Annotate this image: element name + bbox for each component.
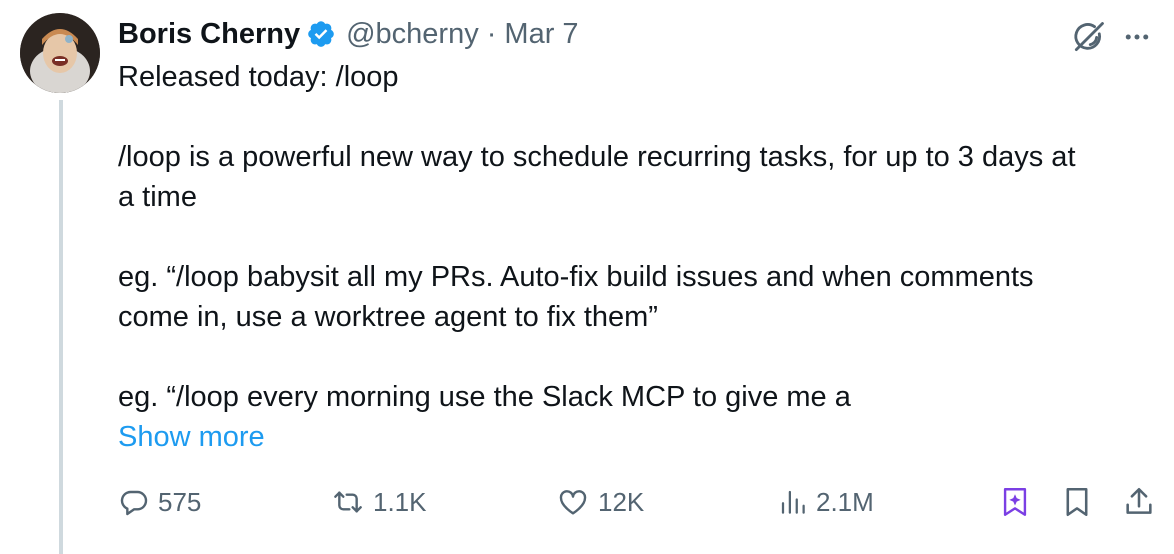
reply-count: 575 [158, 486, 202, 517]
reply-button[interactable]: 575 [118, 481, 201, 523]
action-bar: 575 1.1K 12K 2.1M [118, 481, 1158, 523]
views-count: 2.1M [816, 486, 874, 517]
tweet-date[interactable]: Mar 7 [504, 14, 578, 54]
heart-icon [559, 490, 587, 515]
tweet-paragraph: /loop is a powerful new way to schedule … [118, 141, 1076, 213]
tweet-paragraph: eg. “/loop every morning use the Slack M… [118, 381, 851, 413]
top-actions [1070, 18, 1152, 56]
bookmark-button[interactable] [1060, 481, 1094, 523]
share-icon [1126, 487, 1152, 514]
repost-icon [334, 491, 362, 513]
tweet-header: Boris Cherny @bcherny · Mar 7 [118, 14, 579, 54]
tweet-paragraph: eg. “/loop babysit all my PRs. Auto-fix … [118, 261, 1034, 333]
more-icon[interactable] [1122, 22, 1152, 52]
reply-icon [120, 490, 148, 516]
thread-line [59, 100, 63, 554]
views-icon [781, 490, 805, 514]
author-handle[interactable]: @bcherny [346, 14, 479, 54]
avatar[interactable] [20, 13, 100, 93]
bookmark-icon [1066, 487, 1088, 517]
grok-bookmark-icon [1003, 488, 1027, 516]
like-button[interactable]: 12K [556, 481, 644, 523]
repost-button[interactable]: 1.1K [331, 481, 427, 523]
grok-bookmark-button[interactable] [998, 481, 1032, 523]
author-display-name[interactable]: Boris Cherny [118, 14, 300, 54]
separator-dot: · [486, 18, 497, 50]
repost-count: 1.1K [373, 486, 427, 517]
views-button[interactable]: 2.1M [778, 481, 874, 523]
show-more-link[interactable]: Show more [118, 417, 265, 457]
grok-icon[interactable] [1070, 18, 1108, 56]
verified-badge-icon[interactable] [306, 19, 336, 49]
tweet-text: Released today: /loop /loop is a powerfu… [118, 57, 1158, 457]
tweet-paragraph: Released today: /loop [118, 61, 399, 93]
share-button[interactable] [1122, 481, 1156, 523]
like-count: 12K [598, 486, 645, 517]
